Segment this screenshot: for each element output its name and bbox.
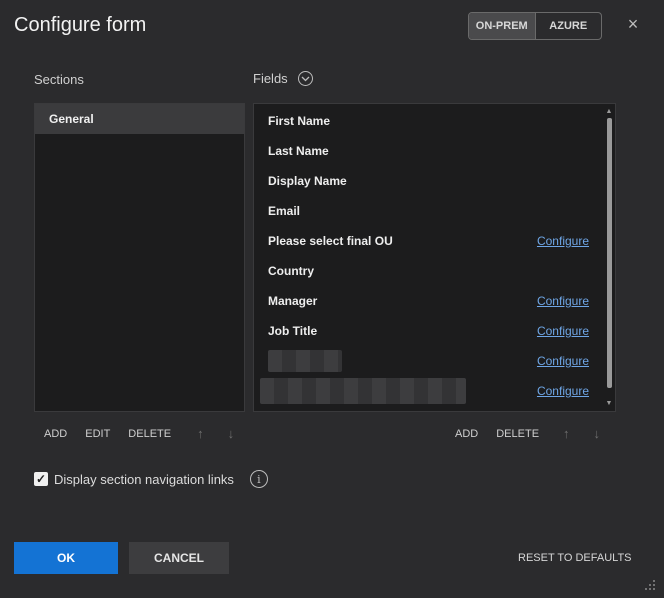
field-name: Email	[268, 204, 301, 218]
page-title: Configure form	[14, 14, 147, 36]
field-row[interactable]: Manager Configure	[254, 286, 615, 316]
environment-toggle[interactable]: ON-PREM AZURE	[468, 12, 602, 40]
chevron-down-icon[interactable]	[297, 71, 313, 86]
field-name: Display Name	[268, 174, 347, 188]
configure-link[interactable]: Configure	[537, 384, 589, 398]
field-row[interactable]: Please select final OU Configure	[254, 226, 615, 256]
fields-list: First Name Last Name Display Name Email …	[253, 103, 616, 412]
redacted-field-name	[260, 378, 466, 404]
field-row[interactable]: Country	[254, 256, 615, 286]
arrow-up-icon[interactable]: ↑	[197, 426, 204, 441]
arrow-down-icon[interactable]: ↓	[594, 426, 601, 441]
arrow-down-icon[interactable]: ↓	[228, 426, 235, 441]
field-name: Last Name	[268, 144, 329, 158]
info-icon[interactable]: i	[249, 470, 268, 488]
field-name: Country	[268, 264, 314, 278]
field-row[interactable]: Last Name	[254, 136, 615, 166]
scrollbar-thumb[interactable]	[607, 118, 612, 388]
delete-field-button[interactable]: DELETE	[496, 428, 539, 440]
sections-toolbar: ADD EDIT DELETE ↑ ↓	[44, 426, 252, 441]
reset-to-defaults-button[interactable]: RESET TO DEFAULTS	[518, 550, 632, 566]
ok-button[interactable]: OK	[14, 542, 118, 574]
section-nav-links-checkbox[interactable]: ✓	[34, 472, 48, 486]
configure-link[interactable]: Configure	[537, 234, 589, 248]
close-icon[interactable]: ×	[625, 15, 641, 33]
configure-link[interactable]: Configure	[537, 324, 589, 338]
cancel-button[interactable]: CANCEL	[129, 542, 229, 574]
field-row[interactable]: Job Title Configure	[254, 316, 615, 346]
section-item-general[interactable]: General	[35, 104, 244, 134]
field-name: Manager	[268, 294, 318, 308]
field-name: First Name	[268, 114, 331, 128]
sections-list: General	[34, 103, 245, 412]
scroll-down-icon[interactable]: ▼	[605, 400, 613, 408]
sections-label: Sections	[34, 72, 84, 87]
add-section-button[interactable]: ADD	[44, 428, 67, 440]
section-nav-links-label: Display section navigation links	[54, 471, 234, 487]
configure-link[interactable]: Configure	[537, 354, 589, 368]
delete-section-button[interactable]: DELETE	[128, 428, 171, 440]
field-row[interactable]: Display Name	[254, 166, 615, 196]
fields-scrollbar[interactable]: ▲ ▼	[605, 108, 613, 408]
field-row[interactable]: Configure	[254, 346, 615, 376]
field-row[interactable]: First Name	[254, 106, 615, 136]
section-nav-links-option: ✓ Display section navigation links i	[34, 470, 268, 488]
field-name: Please select final OU	[268, 234, 393, 248]
resize-grip-icon[interactable]	[644, 578, 656, 590]
toggle-azure[interactable]: AZURE	[534, 13, 602, 39]
toggle-on-prem[interactable]: ON-PREM	[469, 13, 535, 39]
fields-label: Fields	[253, 71, 288, 86]
fields-header: Fields	[253, 71, 313, 86]
edit-section-button[interactable]: EDIT	[85, 428, 110, 440]
add-field-button[interactable]: ADD	[455, 428, 478, 440]
field-row[interactable]: Email	[254, 196, 615, 226]
configure-link[interactable]: Configure	[537, 294, 589, 308]
redacted-field-name	[268, 350, 342, 372]
field-row[interactable]: Configure	[254, 376, 615, 406]
arrow-up-icon[interactable]: ↑	[563, 426, 570, 441]
fields-toolbar: ADD DELETE ↑ ↓	[455, 426, 600, 441]
field-name: Job Title	[268, 324, 318, 338]
scroll-up-icon[interactable]: ▲	[605, 108, 613, 116]
